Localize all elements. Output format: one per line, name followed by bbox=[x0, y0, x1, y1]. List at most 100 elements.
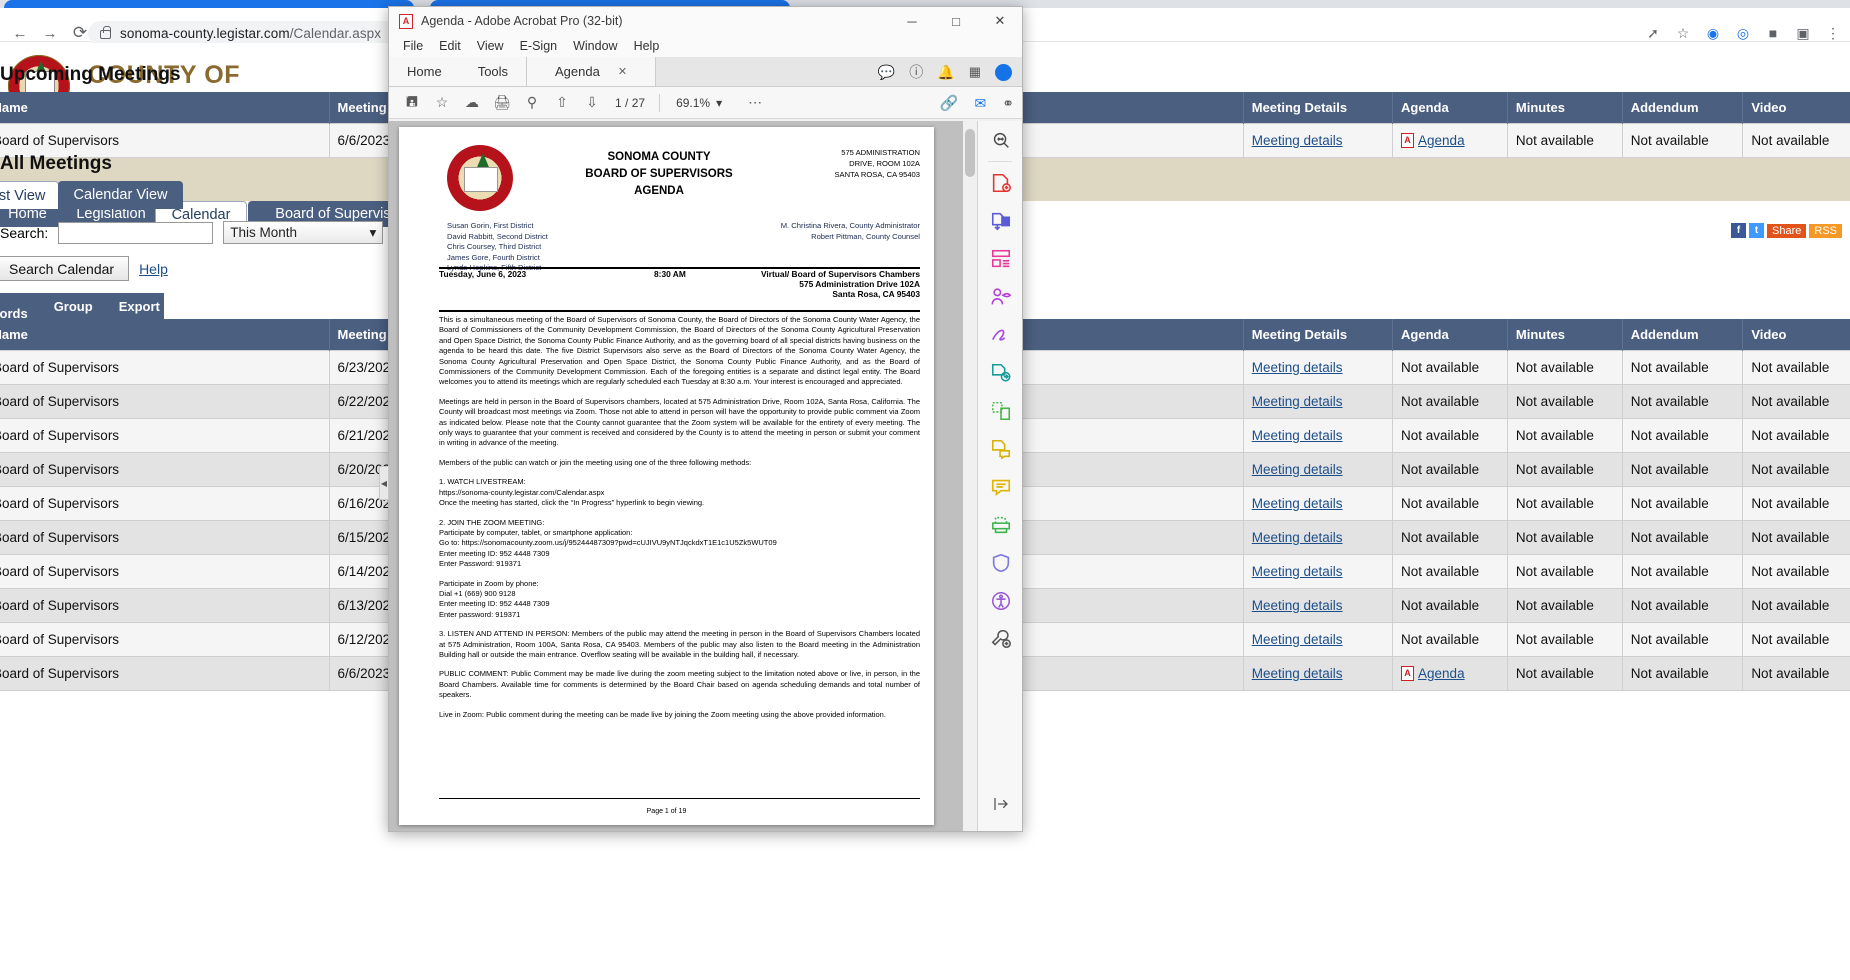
organize-pages-icon[interactable] bbox=[978, 240, 1023, 278]
cell-details[interactable]: Meeting details bbox=[1243, 453, 1392, 487]
col-agenda[interactable]: Agenda bbox=[1393, 92, 1508, 124]
browser-tab-active[interactable] bbox=[4, 0, 414, 8]
help-link[interactable]: Help bbox=[139, 261, 168, 277]
send-for-signature-icon[interactable] bbox=[978, 354, 1023, 392]
meeting-details-link[interactable]: Meeting details bbox=[1252, 133, 1343, 148]
search-document-icon[interactable] bbox=[978, 121, 1023, 159]
acrobat-title-bar[interactable]: A Agenda - Adobe Acrobat Pro (32-bit) ─ … bbox=[389, 7, 1022, 35]
comment-page-icon[interactable] bbox=[978, 430, 1023, 468]
pdf-title-line-2: BOARD OF SUPERVISORS bbox=[539, 166, 779, 183]
create-pdf-icon[interactable] bbox=[978, 164, 1023, 202]
agenda-link[interactable]: Agenda bbox=[1418, 666, 1465, 681]
email-icon[interactable]: ✉ bbox=[975, 95, 987, 112]
export-button[interactable]: Export bbox=[119, 299, 160, 314]
cell-agenda[interactable]: Agenda bbox=[1393, 657, 1508, 691]
next-page-icon[interactable]: ⇩ bbox=[577, 89, 607, 117]
accessibility-icon[interactable] bbox=[978, 582, 1023, 620]
search-calendar-button[interactable]: Search Calendar bbox=[0, 256, 129, 281]
zoom-level-box[interactable]: 69.1% ▾ bbox=[676, 96, 722, 110]
share-link-icon[interactable]: 🔗 bbox=[940, 94, 959, 112]
edit-pdf-icon[interactable] bbox=[978, 278, 1023, 316]
meeting-details-link[interactable]: Meeting details bbox=[1252, 496, 1343, 511]
col-addendum[interactable]: Addendum bbox=[1622, 92, 1743, 124]
col-minutes[interactable]: Minutes bbox=[1507, 92, 1622, 124]
add-to-favorites-star-icon[interactable]: ☆ bbox=[427, 89, 457, 117]
more-tools-icon[interactable]: ⋯ bbox=[740, 89, 770, 117]
pdf-icon bbox=[1401, 666, 1414, 681]
cell-details[interactable]: Meeting details bbox=[1243, 589, 1392, 623]
cell-details[interactable]: Meeting details bbox=[1243, 419, 1392, 453]
meeting-details-link[interactable]: Meeting details bbox=[1252, 564, 1343, 579]
col-addendum[interactable]: Addendum bbox=[1622, 319, 1743, 351]
export-pdf-icon[interactable] bbox=[978, 202, 1023, 240]
menu-help[interactable]: Help bbox=[626, 37, 668, 55]
meeting-details-link[interactable]: Meeting details bbox=[1252, 360, 1343, 375]
col-minutes[interactable]: Minutes bbox=[1507, 319, 1622, 351]
col-name[interactable]: Name bbox=[0, 92, 329, 124]
cell-minutes: Not available bbox=[1507, 453, 1622, 487]
menu-esign[interactable]: E-Sign bbox=[512, 37, 566, 55]
fill-and-sign-icon[interactable] bbox=[978, 316, 1023, 354]
col-meeting-details[interactable]: Meeting Details bbox=[1243, 92, 1392, 124]
tab-tools-label: Tools bbox=[478, 64, 508, 79]
sign-in-icon[interactable]: ⚭ bbox=[1002, 95, 1014, 112]
col-agenda[interactable]: Agenda bbox=[1393, 319, 1508, 351]
menu-window[interactable]: Window bbox=[565, 37, 625, 55]
crop-pages-icon[interactable] bbox=[978, 392, 1023, 430]
scan-and-ocr-icon[interactable] bbox=[978, 506, 1023, 544]
upload-to-cloud-icon[interactable]: ☁ bbox=[457, 89, 487, 117]
add-comment-icon[interactable] bbox=[978, 468, 1023, 506]
period-select[interactable]: This Month▾ bbox=[223, 221, 383, 244]
maximize-button[interactable]: □ bbox=[934, 7, 978, 35]
cell-details[interactable]: Meeting details bbox=[1243, 657, 1392, 691]
tab-calendar-view[interactable]: Calendar View bbox=[58, 181, 183, 209]
cell-details[interactable]: Meeting details bbox=[1243, 487, 1392, 521]
close-icon[interactable]: ✕ bbox=[618, 65, 627, 78]
menu-edit[interactable]: Edit bbox=[431, 37, 469, 55]
protect-icon[interactable] bbox=[978, 544, 1023, 582]
meeting-details-link[interactable]: Meeting details bbox=[1252, 530, 1343, 545]
cell-details[interactable]: Meeting details bbox=[1243, 623, 1392, 657]
tab-home[interactable]: Home bbox=[389, 57, 460, 86]
tab-list-view[interactable]: List View bbox=[0, 181, 59, 209]
cell-video: Not available bbox=[1743, 555, 1850, 589]
close-button[interactable]: ✕ bbox=[978, 7, 1022, 35]
collapse-panel-icon[interactable]: ◀ bbox=[379, 466, 389, 500]
cell-details[interactable]: Meeting details bbox=[1243, 385, 1392, 419]
expand-panel-icon[interactable] bbox=[978, 785, 1023, 823]
app-grid-icon[interactable]: ▦ bbox=[969, 64, 981, 80]
page-number-box[interactable]: 1 / 27 bbox=[615, 96, 645, 110]
col-name[interactable]: Name bbox=[0, 319, 329, 351]
search-input[interactable] bbox=[58, 222, 213, 244]
meeting-details-link[interactable]: Meeting details bbox=[1252, 428, 1343, 443]
meeting-details-link[interactable]: Meeting details bbox=[1252, 394, 1343, 409]
col-meeting-details[interactable]: Meeting Details bbox=[1243, 319, 1392, 351]
menu-view[interactable]: View bbox=[469, 37, 512, 55]
previous-page-icon[interactable]: ⇧ bbox=[547, 89, 577, 117]
col-video[interactable]: Video bbox=[1743, 319, 1850, 351]
share-comment-icon[interactable]: 💬 bbox=[878, 64, 895, 81]
minimize-button[interactable]: ─ bbox=[890, 7, 934, 35]
notifications-bell-icon[interactable]: 🔔 bbox=[937, 64, 954, 81]
zoom-out-icon[interactable]: ⚲ bbox=[517, 89, 547, 117]
meeting-details-link[interactable]: Meeting details bbox=[1252, 598, 1343, 613]
tab-agenda[interactable]: Agenda ✕ bbox=[526, 57, 656, 86]
pdf-scrollbar[interactable] bbox=[963, 121, 977, 831]
cell-details[interactable]: Meeting details bbox=[1243, 351, 1392, 385]
cell-details[interactable]: Meeting details bbox=[1243, 521, 1392, 555]
print-icon[interactable]: 🖨 bbox=[487, 89, 517, 117]
user-avatar-icon[interactable] bbox=[995, 64, 1012, 81]
group-button[interactable]: Group bbox=[54, 299, 93, 314]
save-icon[interactable]: 🖪 bbox=[397, 89, 427, 117]
meeting-details-link[interactable]: Meeting details bbox=[1252, 666, 1343, 681]
pdf-scrollbar-thumb[interactable] bbox=[965, 129, 975, 177]
agenda-link[interactable]: Agenda bbox=[1418, 133, 1465, 148]
cell-details[interactable]: Meeting details bbox=[1243, 555, 1392, 589]
meeting-details-link[interactable]: Meeting details bbox=[1252, 462, 1343, 477]
col-video[interactable]: Video bbox=[1743, 92, 1850, 124]
more-tools-wrench-icon[interactable] bbox=[978, 620, 1023, 658]
tab-tools[interactable]: Tools bbox=[460, 57, 526, 86]
meeting-details-link[interactable]: Meeting details bbox=[1252, 632, 1343, 647]
help-circle-icon[interactable]: ⓘ bbox=[909, 62, 923, 82]
menu-file[interactable]: File bbox=[395, 37, 431, 55]
